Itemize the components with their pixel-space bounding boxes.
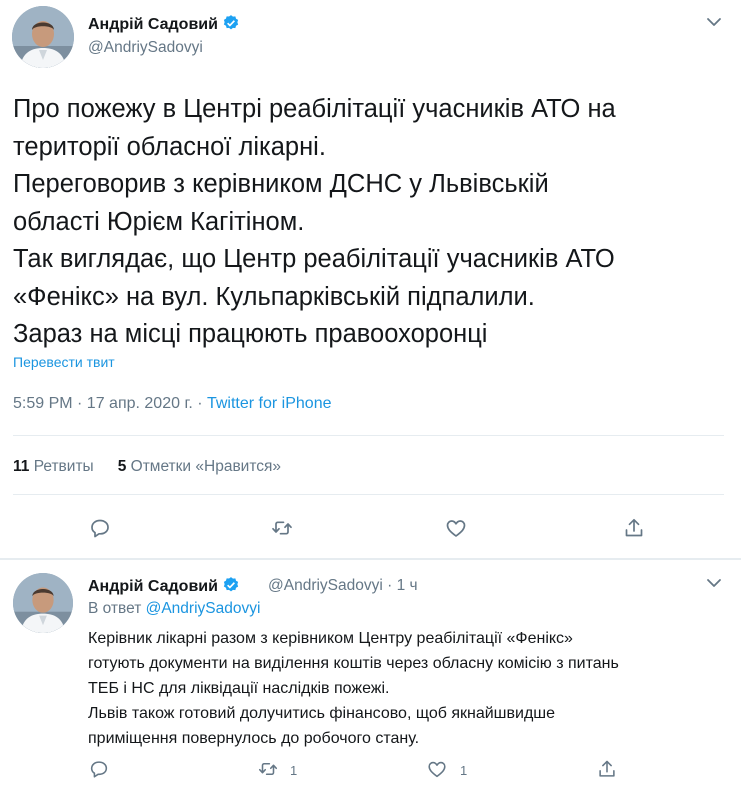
share-button[interactable] [622, 516, 646, 540]
reply-text-line: Львів також готовий долучитись фінансово… [88, 705, 556, 722]
reply-text-line: приміщення повернулось до робочого стану… [88, 730, 420, 747]
reply-icon [90, 761, 108, 778]
tweet-timestamp: 5:59 PM · 17 апр. 2020 г. · Twitter for … [13, 395, 331, 413]
reply-text-line: ТЕБ і НС для ліквідації наслідків пожежі… [88, 680, 390, 697]
retweets-label: Ретвиты [29, 458, 94, 475]
reply-like-count[interactable]: 1 [460, 763, 467, 778]
tweet-stats: 11 Ретвиты 5 Отметки «Нравится» [13, 458, 281, 476]
reply-text-line: Керівник лікарні разом з керівником Цент… [88, 630, 573, 647]
like-button[interactable] [444, 516, 468, 540]
reply-icon [91, 519, 109, 538]
share-icon [599, 760, 615, 777]
author-handle[interactable]: @AndriySadovyi [88, 39, 203, 57]
verified-badge-icon [223, 577, 239, 592]
tweet-text: Про пожежу в Центрі реабілітації учасник… [13, 91, 728, 354]
reply-author-name[interactable]: Андрій Садовий [88, 576, 240, 596]
like-icon [446, 520, 466, 537]
translate-tweet-link[interactable]: Перевести твит [13, 354, 115, 370]
reply-reply-button[interactable] [88, 758, 112, 782]
author-name[interactable]: Андрій Садовий [88, 14, 240, 34]
like-icon [428, 761, 446, 778]
retweet-icon [272, 521, 292, 535]
likes-label: Отметки «Нравится» [126, 458, 282, 475]
tweet-text-line: Так виглядає, що Центр реабілітації учас… [13, 245, 615, 273]
tweet-source-link[interactable]: Twitter for iPhone [207, 395, 332, 412]
reply-author-handle[interactable]: @AndriySadovyi · 1 ч [268, 577, 418, 595]
reply-retweet-button[interactable] [257, 758, 281, 782]
author-avatar[interactable] [12, 6, 74, 68]
reply-author-name-text[interactable]: Андрій Садовий [88, 578, 218, 595]
verified-badge-icon [223, 15, 239, 30]
reply-text-line: готують документи на виділення коштів че… [88, 655, 619, 672]
reply-author-avatar[interactable] [13, 573, 73, 633]
in-reply-handle-link[interactable]: @AndriySadovyi [146, 600, 261, 617]
tweet-text-line: області Юрієм Кагітіном. [13, 207, 305, 236]
tweet-separator [0, 558, 741, 560]
retweet-button[interactable] [270, 516, 294, 540]
divider [13, 494, 724, 495]
chevron-down-icon[interactable] [704, 12, 724, 32]
reply-share-button[interactable] [596, 758, 620, 782]
timestamp-text[interactable]: 5:59 PM · 17 апр. 2020 г. · [13, 395, 207, 412]
tweet-text-line: Про пожежу в Центрі реабілітації учасник… [13, 95, 616, 123]
retweets-stat[interactable]: 11 Ретвиты [13, 458, 94, 475]
likes-stat[interactable]: 5 Отметки «Нравится» [118, 458, 281, 475]
chevron-down-icon[interactable] [704, 573, 724, 593]
in-reply-to: В ответ @AndriySadovyi [88, 600, 260, 618]
retweet-icon [258, 762, 278, 776]
tweet-text-line: «Фенікс» на вул. Кульпарківській підпали… [13, 282, 535, 311]
reply-tweet-text: Керівник лікарні разом з керівником Цент… [88, 626, 619, 751]
retweets-count: 11 [13, 458, 30, 475]
reply-retweet-count[interactable]: 1 [290, 763, 297, 778]
divider [13, 435, 724, 436]
reply-button[interactable] [88, 516, 112, 540]
tweet-text-line: території обласної лікарні. [13, 132, 326, 161]
reply-like-button[interactable] [426, 758, 450, 782]
in-reply-prefix: В ответ [88, 600, 146, 617]
author-name-text[interactable]: Андрій Садовий [88, 16, 218, 33]
share-icon [625, 518, 643, 537]
tweet-text-line: Зараз на місці працюють правоохоронці [13, 320, 488, 348]
tweet-text-line: Переговорив з керівником ДСНС у Львівськ… [13, 170, 549, 198]
main-tweet: Андрій Садовий @AndriySadovyi Про пожежу… [0, 0, 741, 559]
